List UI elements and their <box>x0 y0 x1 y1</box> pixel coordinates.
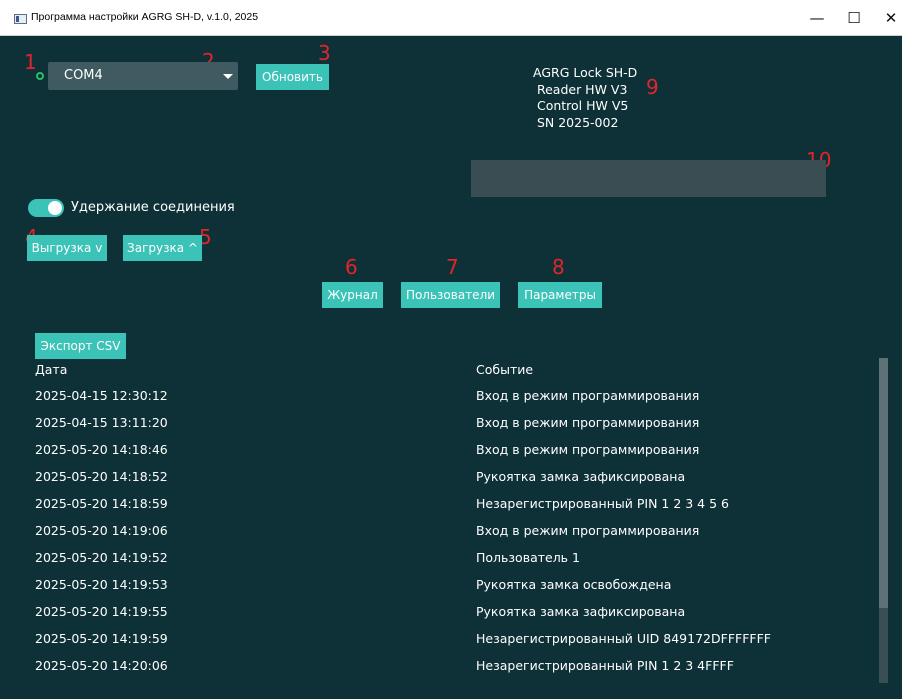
cell-event: Незарегистрированный PIN 1 2 3 4FFFF <box>476 658 734 673</box>
annotation-7: 7 <box>446 255 459 279</box>
cell-event: Вход в режим программирования <box>476 523 700 538</box>
chevron-down-icon <box>223 74 233 79</box>
annotation-8: 8 <box>552 255 565 279</box>
cell-date: 2025-05-20 14:20:06 <box>35 658 168 673</box>
cell-event: Незарегистрированный PIN 1 2 3 4 5 6 <box>476 496 729 511</box>
table-row[interactable]: 2025-05-20 14:19:53 Рукоятка замка освобо… <box>35 577 875 604</box>
cell-event: Рукоятка замка зафиксирована <box>476 604 686 619</box>
annotation-6: 6 <box>345 255 358 279</box>
close-button[interactable]: ✕ <box>871 6 902 30</box>
upload-button[interactable]: Выгрузка v <box>27 235 107 261</box>
cell-date: 2025-05-20 14:18:46 <box>35 442 168 457</box>
device-info: AGRG Lock SH-D Reader HW V3 Control HW V… <box>533 65 638 130</box>
cell-date: 2025-05-20 14:18:59 <box>35 496 168 511</box>
table-row[interactable]: 2025-05-20 14:19:06 Вход в режим программ… <box>35 523 875 550</box>
window-title: Программа настройки AGRG SH-D, v.1.0, 20… <box>31 11 259 23</box>
toggle-knob <box>48 201 62 215</box>
status-field <box>471 160 826 197</box>
keep-alive-toggle[interactable] <box>28 199 64 217</box>
table-row[interactable]: 2025-05-20 14:20:06 Незарегистрированный … <box>35 658 875 685</box>
refresh-button[interactable]: Обновить <box>256 64 329 90</box>
cell-event: Вход в режим программирования <box>476 442 700 457</box>
table-row[interactable]: 2025-05-20 14:18:46 Вход в режим программ… <box>35 442 875 469</box>
cell-event: Рукоятка замка зафиксирована <box>476 469 686 484</box>
table-row[interactable]: 2025-04-15 12:30:12 Вход в режим программ… <box>35 388 875 415</box>
table-row[interactable]: 2025-05-20 14:18:52 Рукоятка замка зафикс… <box>35 469 875 496</box>
table-row[interactable]: 2025-05-20 14:19:52 Пользователь 1 <box>35 550 875 577</box>
com-port-value: COM4 <box>64 68 103 83</box>
keep-alive-label: Удержание соединения <box>71 200 235 215</box>
cell-date: 2025-05-20 14:19:53 <box>35 577 168 592</box>
cell-date: 2025-05-20 14:18:52 <box>35 469 168 484</box>
annotation-3: 3 <box>318 41 331 65</box>
column-header-event: Событие <box>476 362 534 377</box>
export-csv-button[interactable]: Экспорт CSV <box>35 333 126 359</box>
tab-params-button[interactable]: Параметры <box>518 282 602 308</box>
cell-event: Пользователь 1 <box>476 550 580 565</box>
maximize-button[interactable]: ☐ <box>834 6 874 30</box>
app-icon <box>14 14 27 24</box>
cell-date: 2025-05-20 14:19:55 <box>35 604 168 619</box>
table-row[interactable]: 2025-05-20 14:19:55 Рукоятка замка зафикс… <box>35 604 875 631</box>
annotation-1: 1 <box>24 50 37 74</box>
connection-status-led <box>36 72 44 80</box>
table-row[interactable]: 2025-05-20 14:19:59 Незарегистрированный … <box>35 631 875 658</box>
cell-date: 2025-05-20 14:19:52 <box>35 550 168 565</box>
annotation-9: 9 <box>646 75 659 99</box>
cell-date: 2025-05-20 14:19:06 <box>35 523 168 538</box>
table-row[interactable]: 2025-04-15 13:11:20 Вход в режим программ… <box>35 415 875 442</box>
cell-date: 2025-04-15 12:30:12 <box>35 388 168 403</box>
log-scrollbar[interactable] <box>879 358 888 683</box>
cell-event: Рукоятка замка освобождена <box>476 577 672 592</box>
table-row[interactable]: 2025-05-20 14:18:59 Незарегистрированный … <box>35 496 875 523</box>
window-titlebar: Программа настройки AGRG SH-D, v.1.0, 20… <box>0 0 902 36</box>
tab-log-button[interactable]: Журнал <box>322 282 383 308</box>
cell-date: 2025-05-20 14:19:59 <box>35 631 168 646</box>
scrollbar-thumb[interactable] <box>879 358 888 608</box>
tab-users-button[interactable]: Пользователи <box>401 282 500 308</box>
cell-event: Вход в режим программирования <box>476 415 700 430</box>
cell-event: Незарегистрированный UID 849172DFFFFFFF <box>476 631 771 646</box>
cell-date: 2025-04-15 13:11:20 <box>35 415 168 430</box>
column-header-date: Дата <box>35 362 68 377</box>
minimize-button[interactable]: — <box>797 6 837 30</box>
download-button[interactable]: Загрузка ^ <box>123 235 202 261</box>
com-port-select[interactable]: COM4 <box>48 62 238 90</box>
cell-event: Вход в режим программирования <box>476 388 700 403</box>
